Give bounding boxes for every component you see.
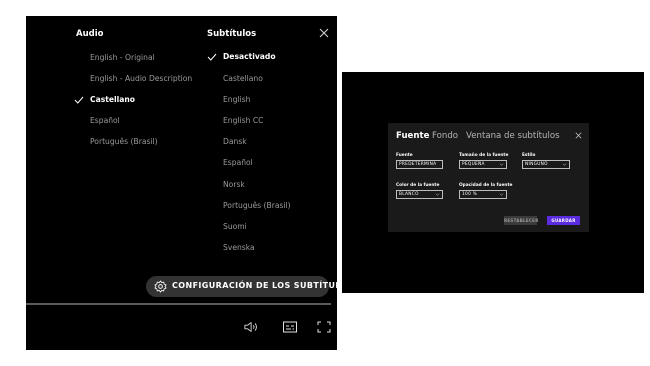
font-size-select[interactable]: PEQUEÑA: [459, 160, 507, 169]
subtitle-option-espanol[interactable]: Español: [223, 158, 253, 167]
font-color-value: BLANCO: [399, 192, 419, 197]
chevron-down-icon: [499, 193, 504, 196]
subtitle-settings-label: CONFIGURACIÓN DE LOS SUBTÍTULOS: [172, 281, 354, 290]
chevron-down-icon: [435, 193, 440, 196]
audio-subtitles-menu: Audio Subtítulos English - Original Engl…: [26, 16, 354, 350]
audio-option-espanol[interactable]: Español: [90, 116, 120, 125]
subtitle-option-english-cc[interactable]: English CC: [223, 116, 263, 125]
audio-option-english-original[interactable]: English - Original: [90, 53, 155, 62]
video-background: Fuente Fondo Ventana de subtítulos Fuent…: [342, 72, 644, 293]
close-icon[interactable]: [575, 132, 582, 139]
check-icon: [74, 96, 84, 104]
volume-icon[interactable]: [244, 320, 260, 334]
tab-subtitle-window[interactable]: Ventana de subtítulos: [466, 131, 560, 141]
font-select[interactable]: PREDETERMINA: [396, 160, 443, 169]
tab-font[interactable]: Fuente: [396, 131, 429, 141]
subtitle-option-norsk[interactable]: Norsk: [223, 180, 245, 189]
font-label: Fuente: [396, 153, 413, 158]
subtitle-option-suomi[interactable]: Suomi: [223, 222, 247, 231]
font-size-label: Tamaño de la fuente: [459, 153, 509, 158]
font-opacity-label: Opacidad de la fuente: [459, 183, 513, 188]
reset-button[interactable]: RESTABLECER: [504, 216, 538, 225]
check-icon: [207, 53, 217, 61]
subtitle-option-dansk[interactable]: Dansk: [223, 137, 247, 146]
audio-option-castellano[interactable]: Castellano: [90, 95, 135, 104]
font-size-value: PEQUEÑA: [462, 162, 485, 167]
save-button[interactable]: GUARDAR: [547, 216, 580, 225]
subtitle-settings-button[interactable]: CONFIGURACIÓN DE LOS SUBTÍTULOS: [146, 276, 354, 297]
font-color-select[interactable]: BLANCO: [396, 190, 443, 199]
audio-heading: Audio: [76, 29, 104, 39]
font-opacity-select[interactable]: 100 %: [459, 190, 507, 199]
style-value: NINGUNO: [525, 162, 548, 167]
font-color-label: Color de la fuente: [396, 183, 440, 188]
style-select[interactable]: NINGUNO: [522, 160, 570, 169]
gear-icon: [154, 280, 167, 293]
style-label: Estilo: [522, 153, 536, 158]
subtitle-option-svenska[interactable]: Svenska: [223, 243, 255, 252]
subtitle-option-castellano[interactable]: Castellano: [223, 74, 263, 83]
close-icon[interactable]: [318, 27, 330, 39]
subtitles-icon[interactable]: [282, 320, 298, 334]
subtitle-option-english[interactable]: English: [223, 95, 250, 104]
audio-option-english-audio-description[interactable]: English - Audio Description: [90, 74, 192, 83]
audio-option-portugues-brasil[interactable]: Português (Brasil): [90, 137, 158, 146]
subtitles-heading: Subtítulos: [207, 29, 257, 39]
chevron-down-icon: [499, 163, 504, 166]
fullscreen-icon[interactable]: [316, 320, 332, 334]
subtitle-settings-dialog: Fuente Fondo Ventana de subtítulos Fuent…: [388, 123, 589, 232]
tab-background[interactable]: Fondo: [432, 131, 458, 141]
subtitle-option-portugues-brasil[interactable]: Português (Brasil): [223, 201, 291, 210]
subtitle-option-desactivado[interactable]: Desactivado: [223, 52, 276, 61]
chevron-down-icon: [562, 163, 567, 166]
progress-bar[interactable]: [26, 303, 331, 305]
font-value: PREDETERMINA: [399, 162, 437, 167]
font-opacity-value: 100 %: [462, 192, 478, 197]
